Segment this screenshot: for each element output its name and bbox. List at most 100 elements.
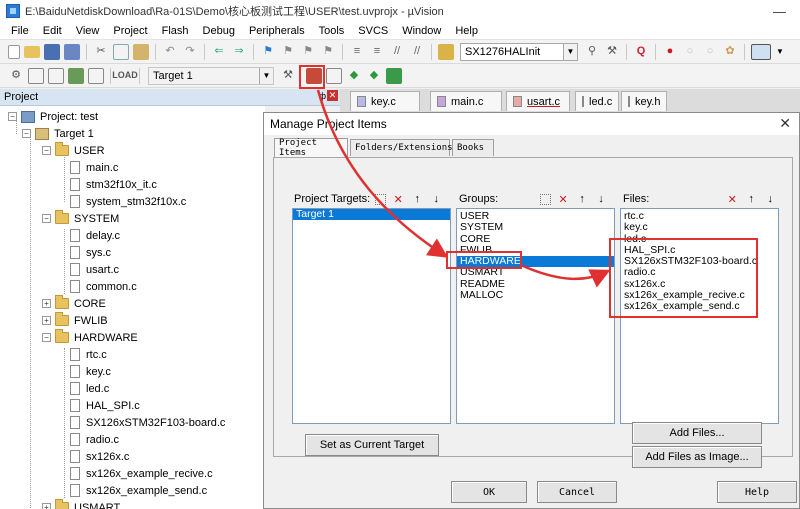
delete-target-icon[interactable]: ✕ bbox=[391, 192, 405, 206]
breakpoint-icon[interactable]: ● bbox=[662, 44, 678, 60]
expand-icon[interactable]: + bbox=[42, 316, 51, 325]
tree-file-item[interactable]: key.c bbox=[70, 363, 111, 380]
save-icon[interactable] bbox=[44, 43, 60, 60]
menu-view[interactable]: View bbox=[69, 25, 107, 37]
move-down-icon[interactable]: ↓ bbox=[594, 192, 608, 206]
minimize-icon[interactable]: — bbox=[773, 4, 786, 19]
close-icon[interactable]: ✕ bbox=[779, 115, 791, 132]
paste-icon[interactable] bbox=[133, 43, 149, 60]
stop-build-icon[interactable] bbox=[88, 67, 104, 84]
menu-window[interactable]: Window bbox=[395, 25, 448, 37]
new-file-icon[interactable] bbox=[8, 44, 20, 59]
tab-books[interactable]: Books bbox=[452, 139, 494, 156]
tree-file-item[interactable]: common.c bbox=[70, 278, 137, 295]
menu-tools[interactable]: Tools bbox=[312, 25, 352, 37]
tree-group-item[interactable]: − HARDWARE bbox=[42, 329, 138, 346]
menu-flash[interactable]: Flash bbox=[155, 25, 196, 37]
breakpoint-disable-icon[interactable]: ○ bbox=[682, 44, 698, 60]
copy-icon[interactable] bbox=[113, 43, 129, 60]
editor-tab[interactable]: key.c bbox=[350, 91, 420, 111]
target-options-icon[interactable]: ⚒ bbox=[280, 68, 296, 84]
list-item[interactable]: Target 1 bbox=[293, 209, 450, 221]
uncomment-icon[interactable]: // bbox=[409, 44, 425, 60]
cut-icon[interactable]: ✂ bbox=[93, 44, 109, 60]
pack-installer-icon[interactable]: ◆ bbox=[366, 68, 382, 84]
list-item[interactable]: key.c bbox=[621, 221, 778, 233]
find-in-files-icon[interactable] bbox=[438, 43, 454, 60]
find-icon[interactable]: ⚲ bbox=[584, 44, 600, 60]
tab-project-items[interactable]: Project Items bbox=[274, 138, 348, 158]
new-group-icon[interactable] bbox=[540, 193, 552, 205]
select-packs-icon[interactable]: ◆ bbox=[346, 68, 362, 84]
move-down-icon[interactable]: ↓ bbox=[429, 192, 443, 206]
tree-file-item[interactable]: sys.c bbox=[70, 244, 111, 261]
unindent-icon[interactable]: ≡ bbox=[369, 44, 385, 60]
breakpoint-clear-icon[interactable]: ○ bbox=[702, 44, 718, 60]
tree-file-item[interactable]: rtc.c bbox=[70, 346, 107, 363]
device-icon[interactable] bbox=[386, 67, 402, 84]
window-layout-icon[interactable] bbox=[751, 43, 771, 60]
close-panel-icon[interactable]: ✕ bbox=[327, 90, 338, 101]
tab-folders-extensions[interactable]: Folders/Extensions bbox=[350, 139, 453, 156]
collapse-icon[interactable]: − bbox=[42, 214, 51, 223]
comment-icon[interactable]: // bbox=[389, 44, 405, 60]
save-all-icon[interactable] bbox=[64, 43, 80, 60]
cancel-button[interactable]: Cancel bbox=[537, 481, 617, 503]
targets-list[interactable]: Target 1 bbox=[292, 208, 451, 424]
tree-group-item[interactable]: − USER bbox=[42, 142, 105, 159]
collapse-icon[interactable]: − bbox=[8, 112, 17, 121]
move-up-icon[interactable]: ↑ bbox=[575, 192, 589, 206]
new-target-icon[interactable] bbox=[375, 193, 387, 205]
window-layout-dropdown-icon[interactable]: ▼ bbox=[775, 44, 785, 60]
tree-file-item[interactable]: delay.c bbox=[70, 227, 120, 244]
editor-tab[interactable]: led.c bbox=[575, 91, 619, 111]
move-up-icon[interactable]: ↑ bbox=[410, 192, 424, 206]
delete-file-icon[interactable]: ✕ bbox=[725, 192, 739, 206]
tree-file-item[interactable]: HAL_SPI.c bbox=[70, 397, 140, 414]
nav-forward-icon[interactable]: ⇒ bbox=[231, 44, 247, 60]
redo-icon[interactable]: ↷ bbox=[182, 44, 198, 60]
incremental-find-icon[interactable]: ⚒ bbox=[604, 44, 620, 60]
rebuild-icon[interactable] bbox=[48, 67, 64, 84]
menu-project[interactable]: Project bbox=[106, 25, 154, 37]
tree-file-item[interactable]: led.c bbox=[70, 380, 109, 397]
chevron-down-icon[interactable]: ▼ bbox=[563, 43, 577, 60]
bookmark-icon[interactable]: ⚑ bbox=[260, 44, 276, 60]
groups-list[interactable]: USER SYSTEM CORE FWLIB HARDWARE USMART README M… bbox=[456, 208, 615, 424]
ok-button[interactable]: OK bbox=[451, 481, 527, 503]
translate-icon[interactable]: ⚙ bbox=[8, 68, 24, 84]
tree-file-item[interactable]: sx126x.c bbox=[70, 448, 129, 465]
menu-edit[interactable]: Edit bbox=[36, 25, 69, 37]
tree-file-item[interactable]: SX126xSTM32F103-board.c bbox=[70, 414, 225, 431]
tree-file-item[interactable]: system_stm32f10x.c bbox=[70, 193, 186, 210]
list-item[interactable]: MALLOC bbox=[457, 289, 614, 301]
tree-file-item[interactable]: main.c bbox=[70, 159, 118, 176]
menu-file[interactable]: File bbox=[4, 25, 36, 37]
tree-group-item[interactable]: + CORE bbox=[42, 295, 106, 312]
add-files-button[interactable]: Add Files... bbox=[632, 422, 762, 444]
menu-peripherals[interactable]: Peripherals bbox=[242, 25, 312, 37]
menu-help[interactable]: Help bbox=[448, 25, 485, 37]
editor-tab[interactable]: key.h bbox=[621, 91, 667, 111]
manage-rte-icon[interactable] bbox=[326, 67, 342, 84]
find-combo[interactable]: SX1276HALInit ▼ bbox=[460, 42, 578, 61]
breakpoint-kill-icon[interactable]: ✿ bbox=[722, 44, 738, 60]
list-item[interactable]: SYSTEM bbox=[457, 221, 614, 233]
help-button[interactable]: Help bbox=[717, 481, 797, 503]
target-combo[interactable]: Target 1 ▼ bbox=[148, 66, 274, 85]
tree-group-item[interactable]: − SYSTEM bbox=[42, 210, 119, 227]
tree-file-item[interactable]: radio.c bbox=[70, 431, 119, 448]
collapse-icon[interactable]: − bbox=[22, 129, 31, 138]
chevron-down-icon[interactable]: ▼ bbox=[259, 67, 273, 84]
tree-file-item[interactable]: sx126x_example_send.c bbox=[70, 482, 207, 499]
tree-file-item[interactable]: sx126x_example_recive.c bbox=[70, 465, 213, 482]
expand-icon[interactable]: + bbox=[42, 299, 51, 308]
bookmark-next-icon[interactable]: ⚑ bbox=[300, 44, 316, 60]
menu-svcs[interactable]: SVCS bbox=[351, 25, 395, 37]
indent-icon[interactable]: ≡ bbox=[349, 44, 365, 60]
move-down-icon[interactable]: ↓ bbox=[763, 192, 777, 206]
move-up-icon[interactable]: ↑ bbox=[744, 192, 758, 206]
open-folder-icon[interactable] bbox=[24, 45, 40, 58]
collapse-icon[interactable]: − bbox=[42, 146, 51, 155]
batch-build-icon[interactable] bbox=[68, 67, 84, 84]
